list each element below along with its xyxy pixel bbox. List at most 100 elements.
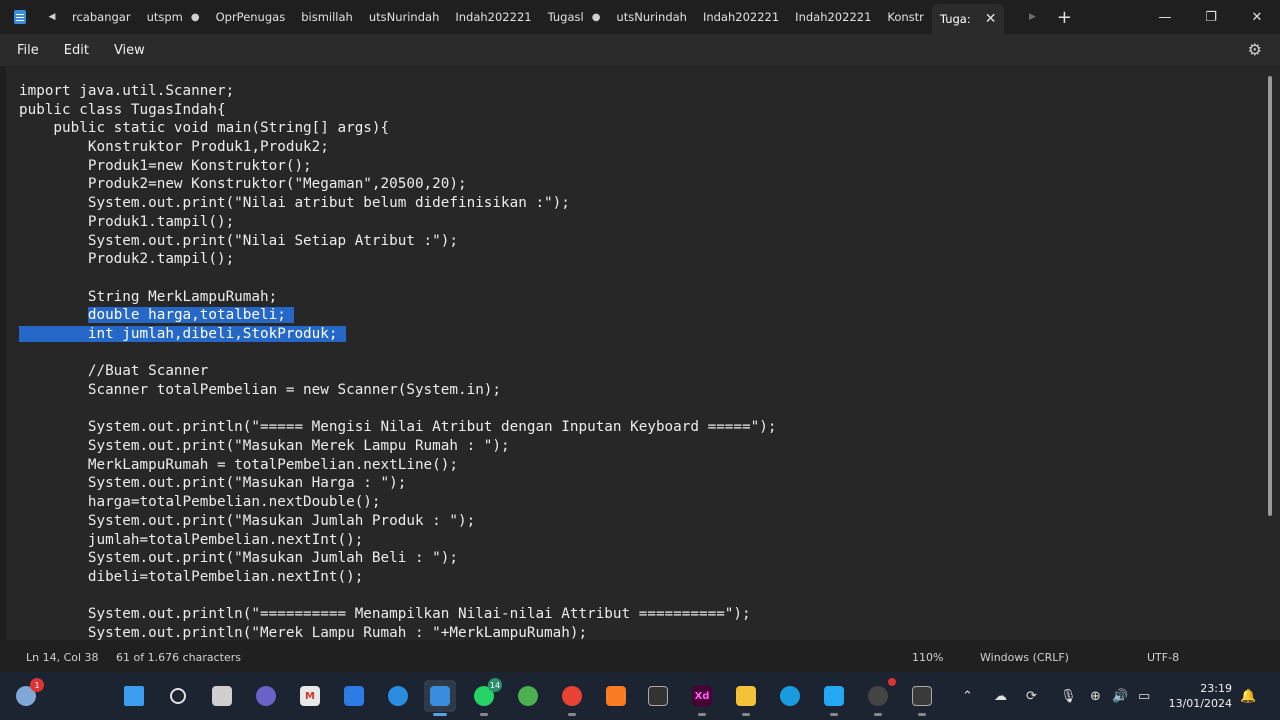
onedrive-icon[interactable]: ☁ [994,672,1007,720]
code-line[interactable]: harga=totalPembelian.nextDouble(); [19,493,776,512]
code-line[interactable]: Scanner totalPembelian = new Scanner(Sys… [19,381,776,400]
tab-item[interactable]: Tugasl ● [540,2,609,32]
new-tab-button[interactable]: + [1044,7,1084,28]
code-line[interactable]: Konstruktor Produk1,Produk2; [19,138,776,157]
code-line[interactable]: System.out.println("===== Mengisi Nilai … [19,418,777,437]
xampp-icon[interactable] [600,680,632,712]
status-zoom[interactable]: 110% [912,651,943,664]
code-line[interactable]: jumlah=totalPembelian.nextInt(); [19,531,776,550]
tab-item[interactable]: Indah202221 [787,2,879,32]
status-character-count: 61 of 1.676 characters [116,651,241,664]
tab-item[interactable]: rcabangar [64,2,139,32]
menu-view[interactable]: View [114,43,145,58]
code-line[interactable] [19,587,776,606]
scroll-tabs-left-icon[interactable]: ◀ [40,0,64,34]
selected-text: int jumlah,dibeli,StokProduk; [87,325,347,342]
menu-edit[interactable]: Edit [64,43,89,58]
file-explorer-icon[interactable] [730,680,762,716]
explorer-icon[interactable] [382,680,414,712]
code-line[interactable]: dibeli=totalPembelian.nextInt(); [19,568,776,587]
weather-widget-icon[interactable]: 1 [10,678,44,712]
notepad-taskbar-icon[interactable] [424,680,456,716]
code-line[interactable]: double harga,totalbeli; [19,306,776,325]
code-line[interactable] [19,269,776,288]
command-prompt-icon[interactable] [906,680,938,716]
text-editor[interactable]: import java.util.Scanner; public class Tu… [0,66,1280,640]
selected-text: double harga,totalbeli; [87,307,295,324]
code-line[interactable]: import java.util.Scanner; [19,82,776,101]
tab-label: rcabangar [72,10,131,24]
code-line[interactable]: String MerkLampuRumah; [19,288,776,307]
start-icon[interactable] [118,680,150,712]
clock[interactable]: 23:19 13/01/2024 [1169,681,1232,711]
terminal-icon[interactable] [642,680,674,712]
taskbar: 1 M 14 Xd ⌃ ☁ ⟳ 🎙 ⊕ 🔊 ▭ 23:19 13/01/2024… [0,672,1280,720]
tab-item[interactable]: OprPenugas [208,2,294,32]
code-line[interactable]: Produk2.tampil(); [19,250,776,269]
minimize-icon[interactable]: — [1142,0,1188,34]
search-icon[interactable] [162,680,194,712]
code-line[interactable]: Produk2=new Konstruktor("Megaman",20500,… [19,175,776,194]
code-line[interactable]: public static void main(String[] args){ [19,119,776,138]
code-line[interactable]: Produk1.tampil(); [19,213,776,232]
code-line[interactable]: System.out.print("Masukan Harga : "); [19,474,776,493]
volume-icon[interactable]: 🔊 [1112,672,1128,720]
tab-item[interactable]: utsNurindah [361,2,448,32]
tab-item[interactable]: utspm ● [139,2,208,32]
code-line[interactable]: System.out.print("Nilai Setiap Atribut :… [19,232,776,251]
code-line[interactable]: System.out.print("Masukan Jumlah Produk … [19,512,776,531]
window-close-icon[interactable]: ✕ [1234,0,1280,34]
tab-item[interactable]: Konstr [879,2,932,32]
notification-bell-icon[interactable]: 🔔 [1240,672,1256,720]
battery-icon[interactable]: ▭ [1138,672,1150,720]
code-line[interactable]: System.out.println("Merek Lampu Rumah : … [19,624,776,640]
tab-active[interactable]: Tuga: ✕ [931,4,1005,34]
canva-icon[interactable] [338,680,370,712]
microphone-icon[interactable]: 🎙 [1060,672,1077,720]
tab-item[interactable]: Indah202221 [695,2,787,32]
code-line[interactable]: System.out.print("Nilai atribut belum di… [19,194,776,213]
vertical-scrollbar[interactable] [1268,76,1272,516]
obs-icon[interactable] [862,678,896,716]
code-line[interactable]: public class TugasIndah{ [19,101,776,120]
teams-chat-icon[interactable] [250,680,282,712]
tab-item[interactable]: Indah202221 [447,2,539,32]
code-line[interactable] [19,400,776,419]
adobe-xd-icon[interactable]: Xd [686,680,718,716]
code-line[interactable] [19,344,776,363]
scroll-tabs-right-icon[interactable]: ▶ [1020,0,1044,34]
vscode-icon[interactable] [818,680,850,716]
notepad-app-icon [0,0,40,34]
editor-left-border [0,66,6,640]
code-line[interactable]: int jumlah,dibeli,StokProduk; [19,325,776,344]
weather-badge: 1 [30,678,44,692]
tab-item[interactable]: utsNurindah [608,2,695,32]
code-line[interactable]: System.out.print("Masukan Jumlah Beli : … [19,549,776,568]
network-icon[interactable]: ⊕ [1090,672,1101,720]
status-bar: Ln 14, Col 38 61 of 1.676 characters 110… [0,640,1280,672]
task-view-icon[interactable] [206,680,238,712]
maximize-icon[interactable]: ❐ [1188,0,1234,34]
menu-file[interactable]: File [17,43,39,58]
code-line[interactable]: System.out.println("========== Menampilk… [19,605,776,624]
tab-label: Indah202221 [702,10,780,24]
code-line[interactable]: //Buat Scanner [19,362,776,381]
whatsapp-icon[interactable]: 14 [468,678,502,716]
edge-icon[interactable] [774,680,806,712]
code-line[interactable]: System.out.print("Masukan Merek Lampu Ru… [19,437,776,456]
code-line[interactable]: MerkLampuRumah = totalPembelian.nextLine… [19,456,776,475]
settings-gear-icon[interactable]: ⚙ [1248,40,1262,59]
code-line[interactable]: Produk1=new Konstruktor(); [19,157,776,176]
show-hidden-icons-icon[interactable]: ⌃ [962,672,973,720]
status-line-ending[interactable]: Windows (CRLF) [980,651,1069,664]
status-encoding[interactable]: UTF-8 [1147,651,1179,664]
gmail-icon[interactable]: M [294,680,326,712]
code-text[interactable]: import java.util.Scanner; public class Tu… [19,82,776,640]
tab-active-label: Tuga: [939,12,971,26]
tab-close-icon[interactable]: ✕ [985,11,997,27]
globe-app-icon[interactable] [512,680,544,712]
tab-item[interactable]: bismillah [293,2,361,32]
chrome-icon[interactable] [556,680,588,716]
tab-label: Konstr [887,10,924,24]
sync-icon[interactable]: ⟳ [1026,672,1037,720]
